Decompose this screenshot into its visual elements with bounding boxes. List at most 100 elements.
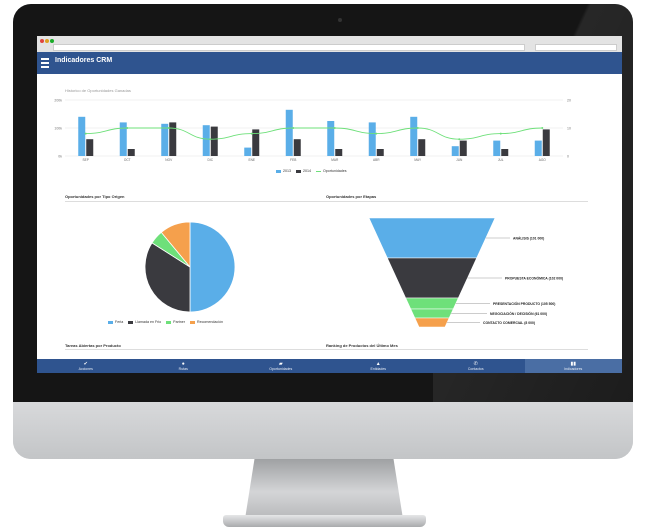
- funnel-label: PRESENTACIÓN PRODUCTO (105 500): [493, 301, 555, 306]
- nav-item-contactos[interactable]: ✆ Contactos: [427, 359, 525, 373]
- y2-tick-label: 0: [567, 155, 569, 159]
- bar-2014: [210, 126, 218, 156]
- legend-swatch-recomendacion: [189, 320, 195, 324]
- close-window-icon[interactable]: [40, 39, 44, 43]
- nav-label: Contactos: [467, 366, 484, 371]
- bar-2013: [327, 121, 335, 156]
- stages-funnel-chart: ANÁLISIS (101 000) PROPUESTA ECONÓMICA (1…: [368, 217, 563, 328]
- y-tick-label: 200k: [54, 99, 62, 103]
- bar-2014: [335, 149, 343, 156]
- bar-2013: [285, 109, 293, 156]
- funnel-segment: [414, 317, 450, 328]
- funnel-label: ANÁLISIS (101 000): [513, 235, 544, 240]
- stages-card-title: Oportunidades por Etapas: [326, 194, 377, 199]
- x-tick-label: FEB: [290, 158, 296, 162]
- x-tick-label: MAY: [414, 158, 422, 162]
- origin-legend: Feria Llamada en Frio Partner Recomendac…: [103, 320, 223, 324]
- browser-toolbar: [37, 36, 622, 53]
- bar-2013: [119, 122, 127, 156]
- x-tick-label: DIC: [208, 158, 214, 162]
- monitor-base: [223, 515, 426, 527]
- legend-label-2014: 2014: [303, 169, 311, 173]
- legend-swatch-2013: [276, 169, 281, 173]
- x-tick-label: SEP: [83, 158, 89, 162]
- bottom-navigation: ✔ Acciones ● Rutas ▰ Oportunidades ▲ Ent…: [37, 359, 622, 373]
- origin-card-title: Oportunidades por Tipo Origen: [65, 194, 125, 199]
- screen: Indicadores CRM Historico de Oportunidad…: [37, 36, 622, 373]
- y-tick-label: 100k: [54, 127, 62, 131]
- monitor-chin: [13, 402, 633, 459]
- pie-slice: [189, 221, 236, 313]
- nav-item-entidades[interactable]: ▲ Entidades: [330, 359, 428, 373]
- oportunidades-point: [416, 127, 419, 129]
- menu-icon[interactable]: [41, 58, 49, 68]
- legend-label-feria: Feria: [115, 320, 124, 324]
- ranking-divider: [326, 349, 588, 350]
- legend-swatch-partner: [166, 320, 172, 324]
- bar-2014: [169, 122, 177, 156]
- x-tick-label: ABR: [373, 158, 380, 162]
- nav-label: Indicadores: [564, 366, 583, 371]
- x-tick-label: OCT: [124, 158, 131, 162]
- bar-2014: [418, 139, 426, 156]
- x-tick-label: NOV: [165, 158, 173, 162]
- browser-search-field[interactable]: [535, 44, 617, 51]
- x-tick-label: MAR: [331, 158, 339, 162]
- bar-2013: [161, 123, 169, 156]
- legend-swatch-2014: [296, 169, 301, 173]
- y2-tick-label: 20: [567, 99, 571, 103]
- bar-2013: [410, 116, 418, 156]
- bar-2014: [86, 139, 94, 156]
- legend-swatch-feria: [108, 320, 113, 324]
- oportunidades-point: [333, 127, 336, 129]
- app-header: Indicadores CRM: [37, 52, 622, 74]
- bar-2013: [451, 146, 459, 156]
- oportunidades-point: [541, 127, 544, 129]
- minimize-window-icon[interactable]: [45, 39, 49, 43]
- oportunidades-point: [292, 127, 295, 129]
- funnel-label: NEGOCIACIÓN / DECISIÓN (61 000): [490, 311, 547, 316]
- nav-label: Oportunidades: [269, 366, 293, 371]
- maximize-window-icon[interactable]: [50, 39, 54, 43]
- bar-2014: [293, 139, 301, 156]
- legend-label-recomendacion: Recomendación: [196, 320, 223, 324]
- oportunidades-point: [499, 132, 502, 135]
- tasks-divider: [65, 349, 327, 350]
- legend-label-oportunidades: Oportunidades: [323, 169, 347, 173]
- funnel-label: CONTACTO COMERCIAL (8 000): [483, 321, 535, 325]
- tasks-card-title: Tareas Abiertas por Producto: [65, 343, 121, 348]
- x-tick-label: ENE: [248, 158, 255, 162]
- oportunidades-point: [250, 132, 253, 135]
- legend-label-2013: 2013: [283, 169, 291, 173]
- funnel-segment: [386, 257, 478, 299]
- nav-item-rutas[interactable]: ● Rutas: [135, 359, 233, 373]
- bar-2014: [127, 149, 135, 156]
- nav-item-oportunidades[interactable]: ▰ Oportunidades: [232, 359, 330, 373]
- x-tick-label: JUL: [498, 158, 504, 162]
- bar-2014: [459, 140, 467, 156]
- origin-divider: [65, 201, 327, 202]
- legend-label-llamada: Llamada en Frio: [135, 320, 162, 324]
- legend-swatch-llamada: [128, 320, 134, 324]
- monitor-stand: [245, 459, 403, 519]
- app-title: Indicadores CRM: [55, 57, 113, 64]
- origin-pie-chart: [144, 221, 236, 313]
- bar-2014: [501, 149, 509, 156]
- nav-label: Acciones: [78, 366, 93, 371]
- stages-divider: [326, 201, 588, 202]
- webcam: [338, 18, 342, 22]
- funnel-segment: [368, 217, 496, 259]
- nav-item-acciones[interactable]: ✔ Acciones: [37, 359, 135, 373]
- address-bar[interactable]: [53, 44, 525, 51]
- bar-2014: [542, 129, 550, 156]
- nav-label: Entidades: [370, 366, 387, 371]
- y-tick-label: 0k: [58, 155, 62, 159]
- oportunidades-point: [458, 138, 461, 141]
- history-legend: 2013 2014 Oportunidades: [271, 169, 347, 173]
- legend-label-partner: Partner: [173, 320, 185, 324]
- nav-item-indicadores[interactable]: ▮▮ Indicadores: [524, 359, 622, 373]
- oportunidades-point: [126, 127, 129, 129]
- bar-2013: [78, 116, 86, 156]
- x-tick-label: AGO: [539, 158, 547, 162]
- y2-tick-label: 10: [567, 127, 571, 131]
